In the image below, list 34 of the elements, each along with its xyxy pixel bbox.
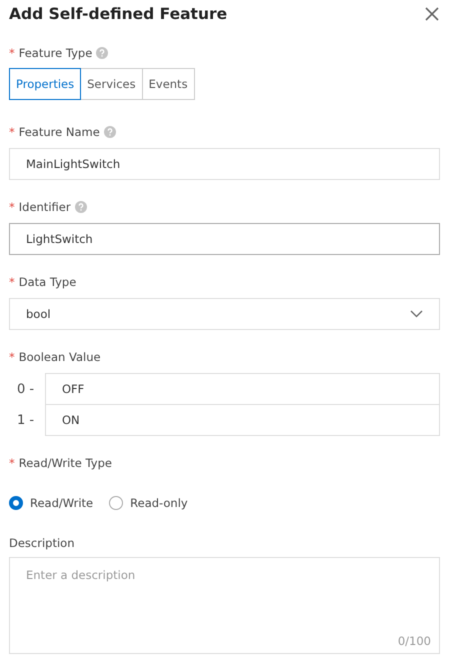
radio-label[interactable]: Read/Write [30,496,94,510]
required-mark: * [9,275,15,289]
help-icon[interactable] [104,126,116,138]
value-prefix: 0 - [16,382,36,396]
required-mark: * [9,200,15,214]
required-mark: * [9,350,15,364]
input-field[interactable]: ON [45,404,440,436]
help-icon[interactable] [96,47,108,59]
required-mark: * [9,125,15,139]
help-icon[interactable] [74,201,87,213]
close-icon[interactable] [425,7,439,21]
tab[interactable]: Services [80,68,143,100]
field-label: Feature Type [18,46,92,60]
tab[interactable]: Properties [9,68,82,100]
required-mark: * [9,456,15,470]
input-field[interactable]: OFF [45,373,440,405]
chevron-down-icon [410,310,423,318]
character-counter: 0/100 [398,634,431,648]
field-label: Feature Name [18,125,100,139]
input-field[interactable]: MainLightSwitch [9,148,440,180]
dialog-title: Add Self-defined Feature [9,5,228,23]
field-label: Boolean Value [18,350,101,364]
field-label: Description [9,536,74,550]
radio-label[interactable]: Read-only [130,496,188,510]
field-label: Read/Write Type [18,456,112,470]
required-mark: * [9,46,15,60]
select-field[interactable]: bool [9,298,440,330]
radio-button[interactable] [109,496,124,510]
radio-button[interactable] [9,496,23,510]
field-label: Identifier [18,200,71,214]
tab[interactable]: Events [142,68,195,100]
value-prefix: 1 - [16,413,36,428]
field-label: Data Type [18,275,76,289]
input-field[interactable]: LightSwitch [9,223,440,255]
